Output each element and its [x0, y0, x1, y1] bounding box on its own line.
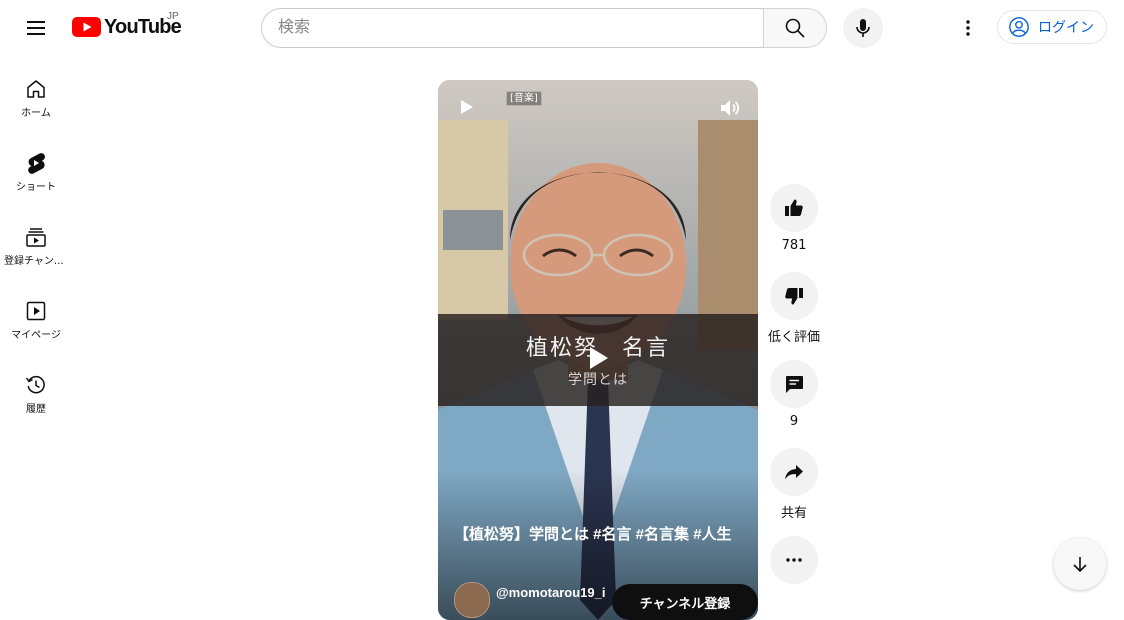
share-button[interactable] — [770, 448, 818, 496]
settings-menu-button[interactable] — [948, 8, 988, 48]
play-icon[interactable] — [458, 98, 476, 116]
dislike-label: 低く評価 — [768, 330, 821, 345]
sidebar-item-shorts[interactable]: ショート — [4, 130, 68, 204]
like-button[interactable] — [770, 184, 818, 232]
sidebar-item-label: ショート — [16, 182, 56, 193]
search-icon — [783, 16, 807, 40]
comment-action: 9 — [770, 360, 818, 429]
youtube-logo[interactable]: YouTube — [72, 15, 182, 39]
channel-name[interactable]: @momotarou19_i — [496, 585, 605, 600]
masthead: YouTube JP ログイン — [0, 0, 1124, 56]
more-actions-button[interactable] — [770, 536, 818, 584]
share-label: 共有 — [780, 506, 807, 521]
voice-search-button[interactable] — [843, 8, 883, 48]
hamburger-icon — [24, 16, 48, 40]
shorts-player[interactable]: 植松努 名言 学問とは [音楽] 【植松努】学問とは #名言 #名言集 #人生 … — [438, 80, 758, 620]
more-action — [770, 536, 818, 584]
share-arrow-icon — [782, 460, 806, 484]
shorts-icon — [24, 151, 48, 175]
channel-row: @momotarou19_i チャンネル登録 — [454, 580, 758, 620]
dislike-button[interactable] — [770, 272, 818, 320]
thumbs-down-icon — [782, 284, 806, 308]
sidebar-item-you[interactable]: マイページ — [4, 278, 68, 352]
subscriptions-icon — [24, 225, 48, 249]
sidebar-item-label: 履歴 — [26, 404, 46, 415]
search-button[interactable] — [763, 8, 827, 48]
search-input[interactable] — [261, 8, 763, 48]
search-box — [261, 8, 827, 48]
you-icon — [24, 299, 48, 323]
comment-icon — [782, 372, 806, 396]
sidebar-item-home[interactable]: ホーム — [4, 56, 68, 130]
history-icon — [24, 373, 48, 397]
volume-icon[interactable] — [718, 96, 742, 120]
sidebar-item-subscriptions[interactable]: 登録チャンネル — [4, 204, 68, 278]
video-title[interactable]: 【植松努】学問とは #名言 #名言集 #人生 — [454, 524, 742, 546]
arrow-down-icon — [1068, 552, 1092, 576]
account-circle-icon — [1008, 16, 1030, 38]
youtube-play-logo-icon — [72, 17, 101, 37]
more-vertical-icon — [956, 16, 980, 40]
sidebar-item-label: マイページ — [11, 330, 61, 341]
sidebar-item-history[interactable]: 履歴 — [4, 352, 68, 426]
thumbs-up-icon — [782, 196, 806, 220]
sidebar-item-label: ホーム — [21, 108, 51, 119]
channel-avatar[interactable] — [454, 582, 490, 618]
caption-subtitle: 学問とは — [568, 372, 628, 388]
like-action: 781 — [770, 184, 818, 253]
dislike-action: 低く評価 — [768, 272, 821, 345]
sign-in-button[interactable]: ログイン — [997, 10, 1107, 44]
comment-count: 9 — [789, 414, 799, 429]
home-icon — [24, 77, 48, 101]
microphone-icon — [851, 16, 875, 40]
subscribe-button[interactable]: チャンネル登録 — [612, 584, 758, 620]
center-play-icon[interactable] — [584, 344, 612, 372]
share-action: 共有 — [770, 448, 818, 521]
more-horizontal-icon — [782, 548, 806, 572]
sign-in-label: ログイン — [1038, 19, 1094, 35]
sidebar-item-label: 登録チャンネル — [4, 256, 68, 267]
next-video-button[interactable] — [1054, 538, 1106, 590]
genre-tag: [音楽] — [506, 91, 542, 106]
comments-button[interactable] — [770, 360, 818, 408]
country-code: JP — [167, 11, 179, 22]
like-count: 781 — [781, 238, 807, 253]
guide-menu-button[interactable] — [16, 8, 56, 48]
